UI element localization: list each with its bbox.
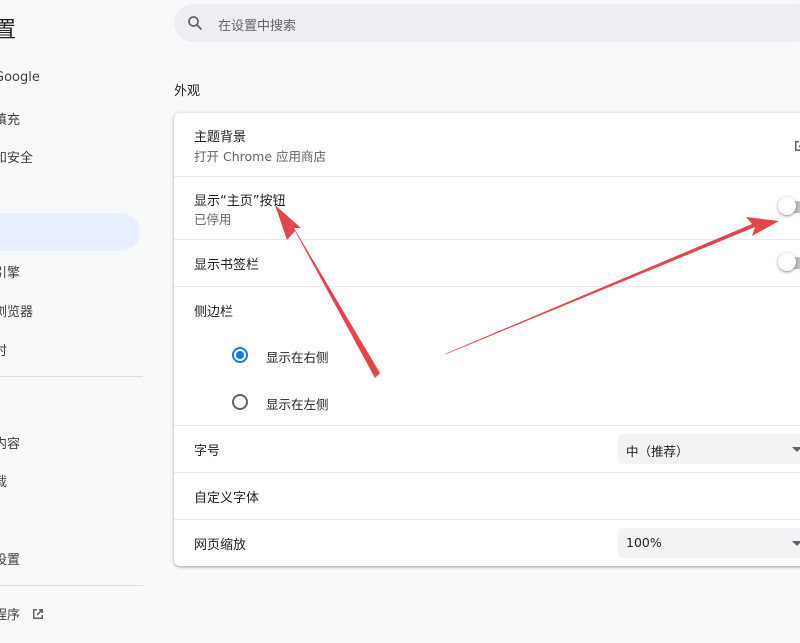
appearance-card: 主题背景 打开 Chrome 应用商店 显示“主页”按钮 已停用 显示书签栏 侧… (174, 113, 800, 566)
bookmarks-bar-row[interactable]: 显示书签栏 (174, 240, 800, 286)
sidebar-item-appearance[interactable] (0, 213, 140, 251)
search-bar[interactable]: 在设置中搜索 (174, 4, 800, 42)
sidebar-item-reset[interactable]: 设置 (0, 549, 20, 568)
home-button-row[interactable]: 显示“主页”按钮 已停用 (174, 177, 800, 239)
sidebar-item-languages[interactable]: 内容 (0, 433, 20, 452)
side-panel-label: 侧边栏 (194, 305, 234, 320)
side-panel-right-radio[interactable] (232, 347, 248, 363)
home-button-toggle[interactable] (778, 197, 800, 215)
theme-sublabel: 打开 Chrome 应用商店 (194, 149, 326, 164)
font-size-select[interactable]: 中（推荐） (618, 434, 800, 464)
custom-fonts-label: 自定义字体 (194, 491, 260, 506)
open-in-new-icon (30, 606, 46, 626)
side-panel-right-label[interactable]: 显示在右侧 (266, 347, 329, 366)
sidebar-item-default-browser[interactable]: 浏览器 (0, 301, 33, 320)
toggle-knob (778, 253, 796, 271)
sidebar-item-downloads[interactable]: 载 (0, 471, 7, 490)
sidebar-item-search-engine[interactable]: 引擎 (0, 262, 20, 281)
sidebar: 置 Google 填充 和安全 引擎 浏览器 时 内容 载 设置 程序 (0, 0, 150, 643)
page-zoom-row: 网页缩放 100% (174, 520, 800, 566)
chevron-down-icon (792, 447, 800, 452)
open-in-new-icon[interactable] (792, 138, 800, 158)
sidebar-item-google[interactable]: Google (0, 70, 40, 85)
sidebar-item-label: 程序 (0, 608, 21, 623)
home-button-status: 已停用 (194, 212, 232, 227)
sidebar-divider (0, 585, 143, 586)
bookmarks-bar-label: 显示书签栏 (194, 258, 260, 273)
chevron-down-icon (792, 541, 800, 546)
side-panel-left-label[interactable]: 显示在左侧 (266, 394, 329, 413)
font-size-value: 中（推荐） (626, 444, 689, 459)
page-zoom-select[interactable]: 100% (618, 528, 800, 558)
theme-row[interactable]: 主题背景 打开 Chrome 应用商店 (174, 113, 800, 176)
font-size-label: 字号 (194, 444, 221, 459)
settings-title: 置 (0, 18, 17, 43)
search-icon (187, 15, 203, 35)
custom-fonts-row[interactable]: 自定义字体 (174, 473, 800, 519)
search-input[interactable]: 在设置中搜索 (218, 15, 296, 34)
sidebar-item-extensions[interactable]: 程序 (0, 604, 46, 626)
side-panel-row: 侧边栏 显示在右侧 显示在左侧 (174, 287, 800, 425)
font-size-row: 字号 中（推荐） (174, 426, 800, 472)
home-button-label: 显示“主页”按钮 (194, 194, 286, 209)
theme-label: 主题背景 (194, 130, 247, 145)
bookmarks-bar-toggle[interactable] (778, 253, 800, 271)
toggle-knob (778, 197, 796, 215)
sidebar-item-autofill[interactable]: 填充 (0, 109, 20, 128)
section-title: 外观 (174, 84, 201, 99)
page-zoom-label: 网页缩放 (194, 538, 247, 553)
sidebar-item-privacy[interactable]: 和安全 (0, 147, 33, 166)
side-panel-left-radio[interactable] (232, 394, 248, 410)
sidebar-item-startup[interactable]: 时 (0, 340, 7, 359)
sidebar-divider (0, 376, 143, 377)
page-zoom-value: 100% (626, 535, 662, 550)
